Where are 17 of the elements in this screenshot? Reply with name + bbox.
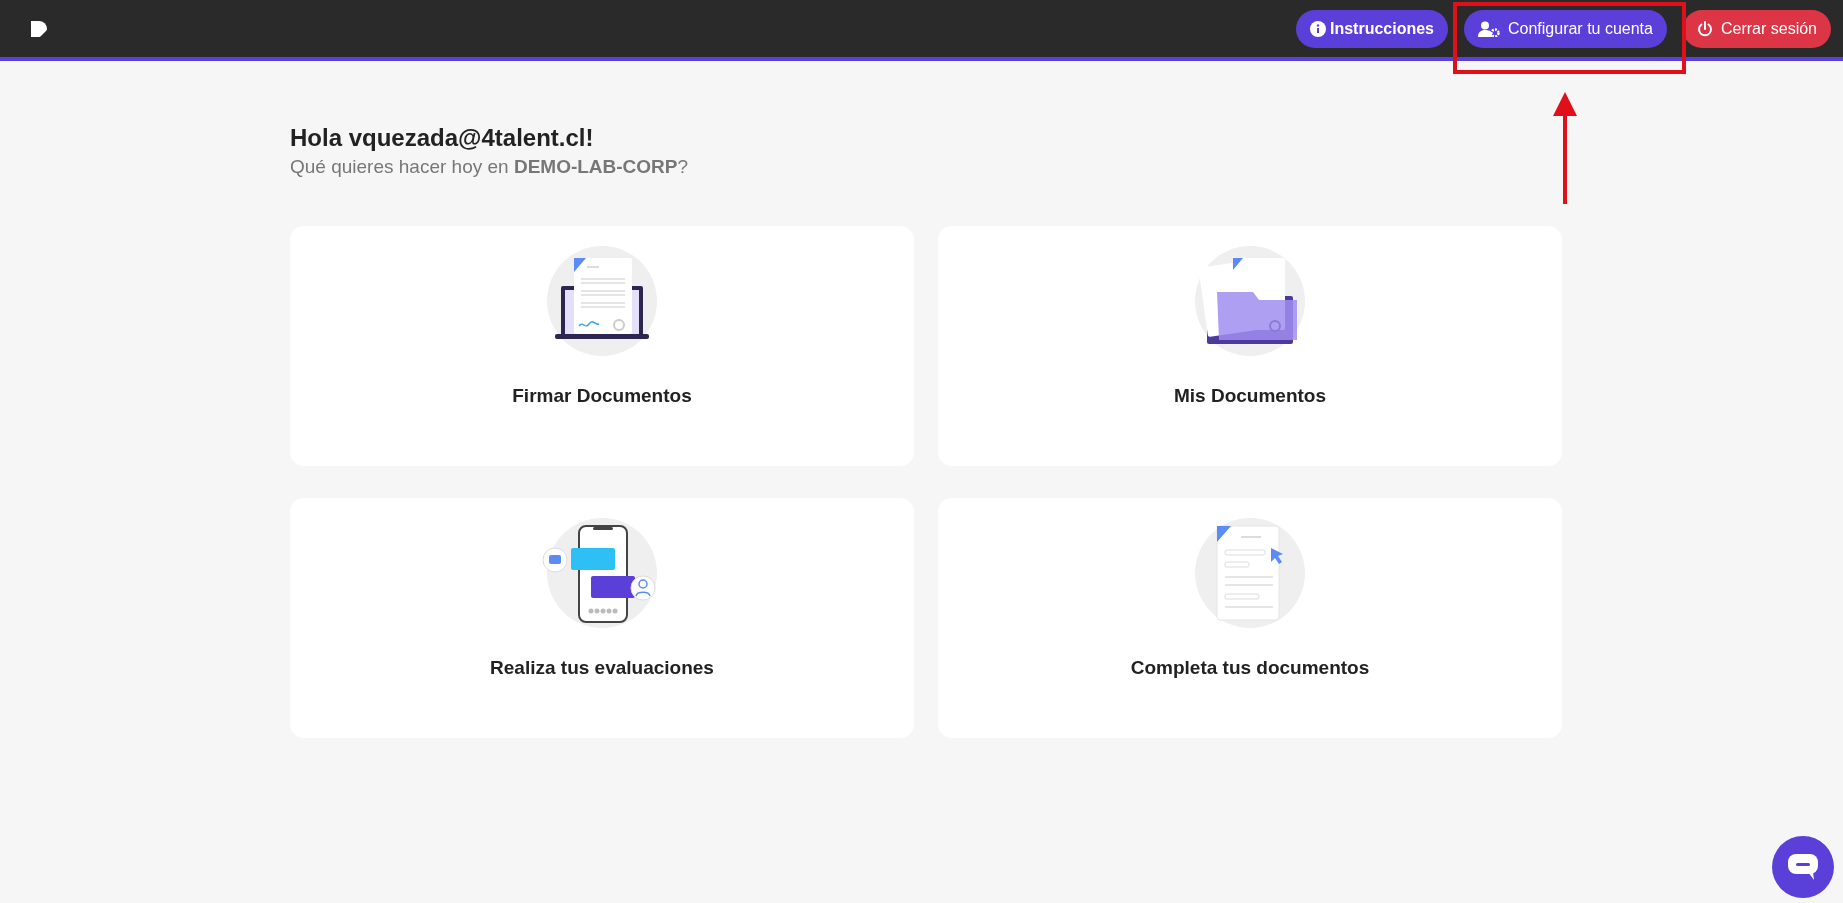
- card-title: Completa tus documentos: [1130, 655, 1370, 680]
- account-settings-button[interactable]: Configurar tu cuenta: [1464, 9, 1667, 48]
- card-title: Firmar Documentos: [512, 383, 692, 408]
- chat-icon: [1788, 854, 1818, 880]
- card-title: Mis Documentos: [1174, 383, 1326, 408]
- info-icon: [1309, 20, 1326, 37]
- user-settings-icon: [1478, 20, 1500, 37]
- greeting-title: Hola vquezada@4talent.cl!: [290, 123, 595, 153]
- power-icon: [1696, 20, 1713, 37]
- card-title: Realiza tus evaluaciones: [490, 655, 714, 680]
- option-card[interactable]: Realiza tus evaluaciones: [290, 497, 914, 738]
- logo-icon: [30, 19, 48, 38]
- greeting-subtitle: Qué quieres hacer hoy en DEMO-LAB-CORP?: [290, 155, 690, 179]
- option-card[interactable]: Firmar Documentos: [290, 225, 914, 466]
- instructions-button[interactable]: Instrucciones: [1295, 9, 1448, 48]
- option-card[interactable]: Mis Documentos: [938, 225, 1562, 466]
- option-card[interactable]: Completa tus documentos: [938, 497, 1562, 738]
